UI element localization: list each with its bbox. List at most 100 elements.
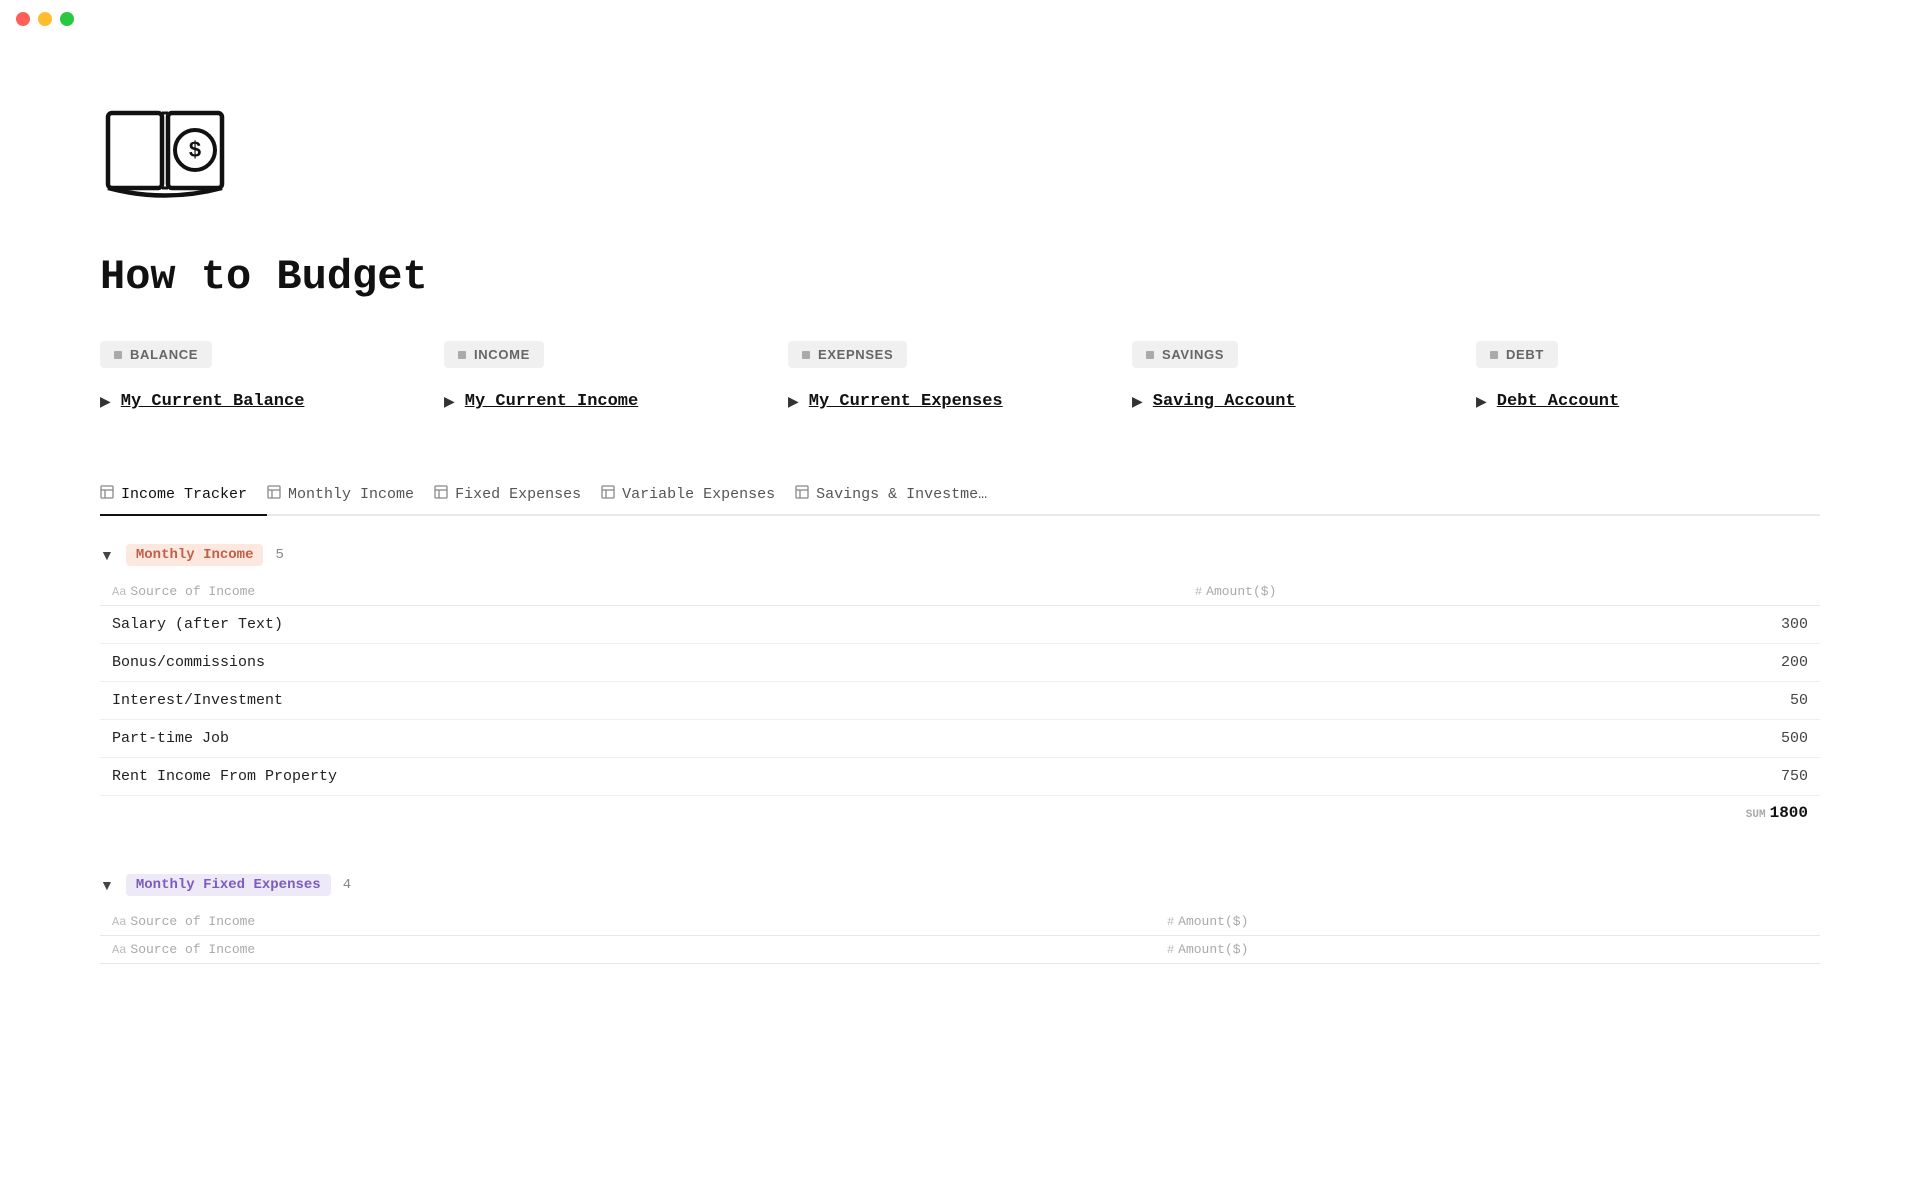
cards-row: BALANCE ▶ My Current Balance INCOME ▶ My…: [100, 341, 1820, 427]
card-link-row-income: ▶ My Current Income: [444, 388, 764, 411]
card-arrow-debt: ▶: [1476, 393, 1487, 410]
table-row: Part-time Job500: [100, 720, 1820, 758]
table-cell-amount: 50: [1183, 682, 1820, 720]
group-tag-label-monthly-income: Monthly Income: [126, 544, 264, 566]
card-tag-dot-debt: [1490, 351, 1498, 359]
card-link-expenses[interactable]: My Current Expenses: [809, 392, 1003, 411]
card-tag-label-expenses: EXEPNSES: [818, 347, 893, 362]
card-link-balance[interactable]: My Current Balance: [121, 392, 305, 411]
logo-area: $: [100, 98, 1820, 213]
tab-label-variable-expenses: Variable Expenses: [622, 486, 775, 503]
tab-label-savings-investments: Savings & Investme…: [816, 486, 987, 503]
th-monthly-fixed-expenses-amount---: #Amount($): [1155, 908, 1820, 936]
table-icon-monthly-income: [267, 485, 281, 504]
table-icon-income-tracker: [100, 485, 114, 504]
card-arrow-balance: ▶: [100, 393, 111, 410]
th-icon: #: [1167, 943, 1174, 957]
table-cell-source: Bonus/commissions: [100, 644, 1183, 682]
card-link-row-debt: ▶ Debt Account: [1476, 388, 1796, 411]
group-count-monthly-fixed-expenses: 4: [343, 877, 351, 893]
card-tag-label-balance: BALANCE: [130, 347, 198, 362]
card-tag-label-savings: SAVINGS: [1162, 347, 1224, 362]
table-monthly-income: AaSource of Income#Amount($)Salary (afte…: [100, 578, 1820, 830]
sum-cell-empty: [100, 796, 1183, 831]
groups-container: ▼ Monthly Income 5 AaSource of Income#Am…: [100, 540, 1820, 964]
card-link-row-expenses: ▶ My Current Expenses: [788, 388, 1108, 411]
close-button[interactable]: [16, 12, 30, 26]
th-monthly-fixed-expenses-source-of-income: AaSource of Income: [100, 936, 1155, 964]
tab-label-income-tracker: Income Tracker: [121, 486, 247, 503]
tab-label-fixed-expenses: Fixed Expenses: [455, 486, 581, 503]
table-cell-source: Interest/Investment: [100, 682, 1183, 720]
card-link-income[interactable]: My Current Income: [465, 392, 638, 411]
card-tag-dot-expenses: [802, 351, 810, 359]
card-tag-savings: SAVINGS: [1132, 341, 1238, 368]
card-section-expenses: EXEPNSES ▶ My Current Expenses: [788, 341, 1132, 427]
table-icon-variable-expenses: [601, 485, 615, 504]
card-link-debt[interactable]: Debt Account: [1497, 392, 1619, 411]
page-title: How to Budget: [100, 253, 1820, 301]
table-cell-amount: 500: [1183, 720, 1820, 758]
card-tag-dot-income: [458, 351, 466, 359]
table-monthly-fixed-expenses: AaSource of Income#Amount($): [100, 936, 1820, 964]
group-tag-label-monthly-fixed-expenses: Monthly Fixed Expenses: [126, 874, 331, 896]
card-tag-dot-balance: [114, 351, 122, 359]
titlebar: [0, 0, 1920, 38]
tab-variable-expenses[interactable]: Variable Expenses: [601, 475, 795, 516]
card-link-savings[interactable]: Saving Account: [1153, 392, 1296, 411]
tab-monthly-income[interactable]: Monthly Income: [267, 475, 434, 516]
table-cell-source: Salary (after Text): [100, 606, 1183, 644]
maximize-button[interactable]: [60, 12, 74, 26]
table-icon-fixed-expenses: [434, 485, 448, 504]
tab-savings-investments[interactable]: Savings & Investme…: [795, 475, 1007, 516]
card-tag-label-debt: DEBT: [1506, 347, 1544, 362]
svg-text:$: $: [189, 137, 201, 162]
table-row: Salary (after Text)300: [100, 606, 1820, 644]
tab-label-monthly-income: Monthly Income: [288, 486, 414, 503]
th-monthly-fixed-expenses-amount---: #Amount($): [1155, 936, 1820, 964]
th-icon: Aa: [112, 943, 126, 957]
main-content: $ How to Budget BALANCE ▶ My Current Bal…: [0, 38, 1920, 1064]
sum-label: SUM: [1746, 809, 1766, 821]
card-tag-dot-savings: [1146, 351, 1154, 359]
card-section-debt: DEBT ▶ Debt Account: [1476, 341, 1820, 427]
card-link-row-balance: ▶ My Current Balance: [100, 388, 420, 411]
card-link-row-savings: ▶ Saving Account: [1132, 388, 1452, 411]
group-arrow-monthly-fixed-expenses[interactable]: ▼: [100, 877, 114, 893]
table-cell-amount: 200: [1183, 644, 1820, 682]
table-row: Interest/Investment50: [100, 682, 1820, 720]
group-header-monthly-fixed-expenses: ▼ Monthly Fixed Expenses 4: [100, 870, 1820, 900]
card-arrow-savings: ▶: [1132, 393, 1143, 410]
tab-income-tracker[interactable]: Income Tracker: [100, 475, 267, 516]
card-section-savings: SAVINGS ▶ Saving Account: [1132, 341, 1476, 427]
card-tag-balance: BALANCE: [100, 341, 212, 368]
sum-cell-value: SUM1800: [1183, 796, 1820, 831]
group-monthly-fixed-expenses: ▼ Monthly Fixed Expenses 4 AaSource of I…: [100, 870, 1820, 964]
group-arrow-monthly-income[interactable]: ▼: [100, 547, 114, 563]
th-icon: #: [1195, 585, 1202, 599]
table-monthly-fixed-expenses: AaSource of Income#Amount($): [100, 908, 1820, 936]
minimize-button[interactable]: [38, 12, 52, 26]
table-cell-amount: 300: [1183, 606, 1820, 644]
tabs-row: Income Tracker Monthly Income Fixed Expe…: [100, 475, 1820, 516]
sum-row: SUM1800: [100, 796, 1820, 831]
th-monthly-income-source-of-income: AaSource of Income: [100, 578, 1183, 606]
card-tag-income: INCOME: [444, 341, 544, 368]
table-row: Bonus/commissions200: [100, 644, 1820, 682]
group-count-monthly-income: 5: [275, 547, 283, 563]
card-arrow-income: ▶: [444, 393, 455, 410]
table-cell-source: Part-time Job: [100, 720, 1183, 758]
table-row: Rent Income From Property750: [100, 758, 1820, 796]
table-icon-savings-investments: [795, 485, 809, 504]
group-header-monthly-income: ▼ Monthly Income 5: [100, 540, 1820, 570]
th-monthly-fixed-expenses-source-of-income: AaSource of Income: [100, 908, 1155, 936]
card-section-balance: BALANCE ▶ My Current Balance: [100, 341, 444, 427]
th-icon: #: [1167, 915, 1174, 929]
tab-fixed-expenses[interactable]: Fixed Expenses: [434, 475, 601, 516]
card-tag-label-income: INCOME: [474, 347, 530, 362]
card-arrow-expenses: ▶: [788, 393, 799, 410]
table-cell-source: Rent Income From Property: [100, 758, 1183, 796]
th-icon: Aa: [112, 585, 126, 599]
card-tag-expenses: EXEPNSES: [788, 341, 907, 368]
card-section-income: INCOME ▶ My Current Income: [444, 341, 788, 427]
